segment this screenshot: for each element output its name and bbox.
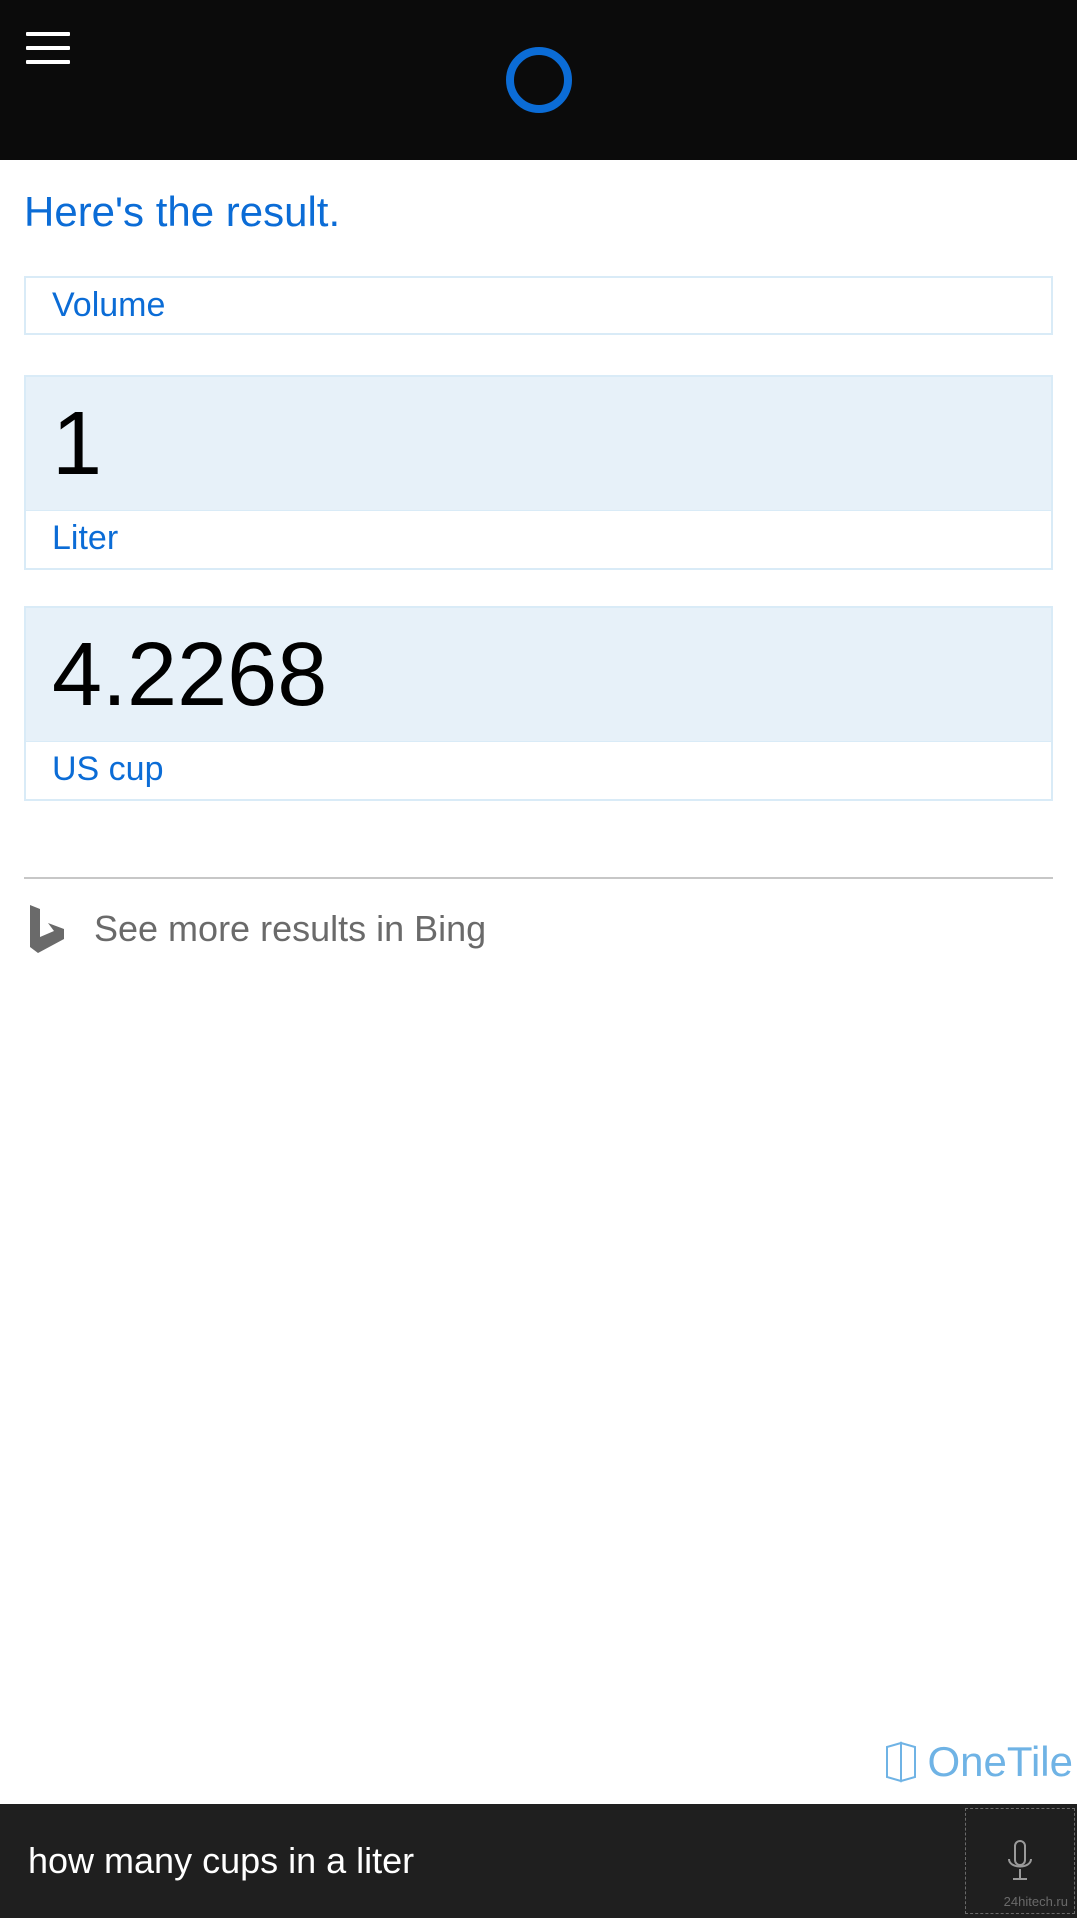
from-value: 1 (52, 395, 1025, 494)
onetile-badge: OneTile (881, 1738, 1073, 1786)
onetile-label: OneTile (927, 1738, 1073, 1786)
category-selector[interactable]: Volume (24, 276, 1053, 335)
to-unit-label: US cup (52, 750, 164, 788)
microphone-icon (1005, 1837, 1035, 1885)
divider (24, 877, 1053, 879)
bing-icon (24, 903, 68, 955)
category-label: Volume (52, 286, 165, 324)
from-value-field[interactable]: 1 (26, 377, 1051, 510)
app-header (0, 0, 1077, 160)
cortana-icon[interactable] (506, 47, 572, 113)
from-unit-selector[interactable]: Liter (26, 510, 1051, 568)
to-value: 4.2268 (52, 626, 1025, 725)
content-area: Here's the result. Volume 1 Liter 4.2268… (0, 160, 1077, 1804)
watermark-text: 24hitech.ru (1004, 1894, 1068, 1909)
search-bar[interactable]: how many cups in a liter 24hitech.ru (0, 1804, 1077, 1918)
from-card: 1 Liter (24, 375, 1053, 570)
microphone-button[interactable]: 24hitech.ru (965, 1808, 1075, 1914)
onetile-icon (881, 1739, 921, 1785)
see-more-bing-link[interactable]: See more results in Bing (24, 903, 1053, 955)
result-title: Here's the result. (24, 188, 1053, 236)
to-unit-selector[interactable]: US cup (26, 741, 1051, 799)
to-card: 4.2268 US cup (24, 606, 1053, 801)
search-query: how many cups in a liter (28, 1840, 965, 1882)
menu-icon[interactable] (26, 32, 70, 64)
to-value-field[interactable]: 4.2268 (26, 608, 1051, 741)
from-unit-label: Liter (52, 519, 118, 557)
bing-link-label: See more results in Bing (94, 908, 486, 950)
